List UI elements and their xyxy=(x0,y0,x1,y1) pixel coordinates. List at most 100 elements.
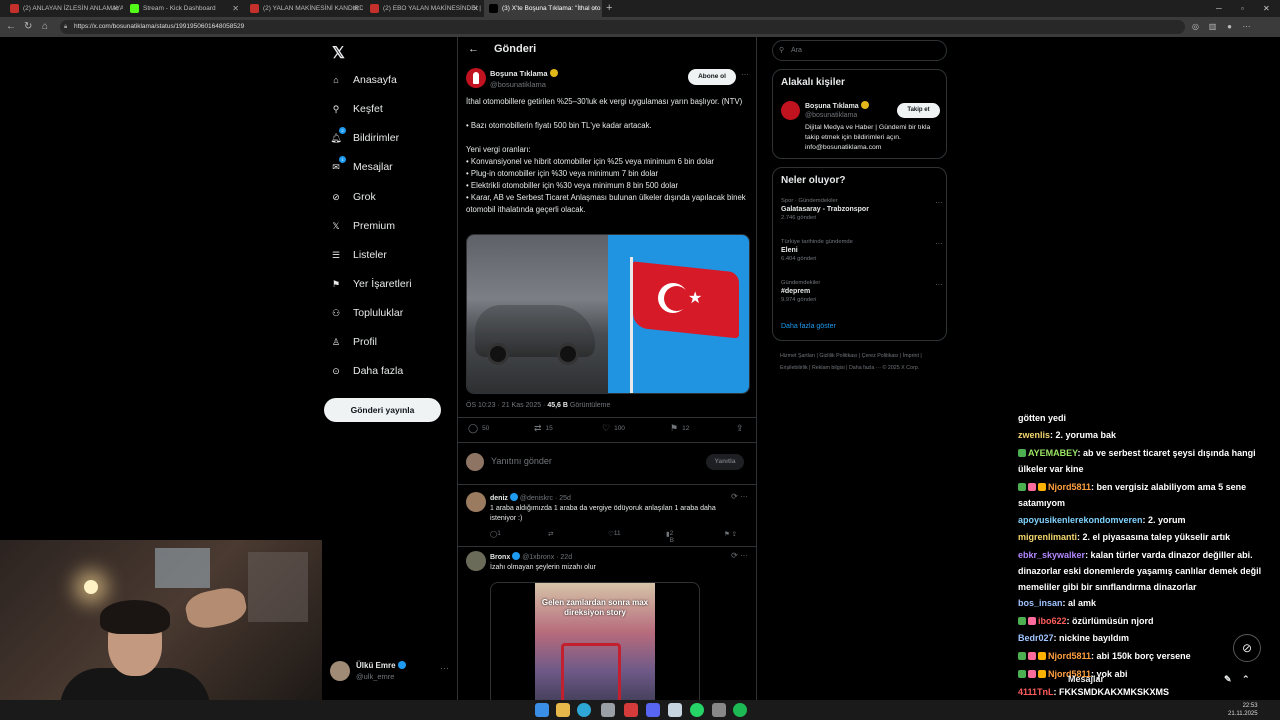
browser-tab[interactable]: (2) EBO YALAN MAKİNESİNDE! | E ✕ xyxy=(365,0,483,17)
repost-icon[interactable]: ⇄ xyxy=(548,530,553,538)
author-avatar[interactable] xyxy=(466,68,486,88)
chat-username[interactable]: bos_insan xyxy=(1018,598,1063,608)
chat-username[interactable]: Njord5811 xyxy=(1048,651,1091,661)
app-icon[interactable] xyxy=(712,703,726,717)
sidebar-icon[interactable]: ▥ xyxy=(1207,21,1218,32)
reply-action[interactable]: ◯ 50 xyxy=(468,423,489,434)
nav-item-mesajlar[interactable]: ✉ 1 Mesajlar xyxy=(328,155,453,179)
comment-video[interactable]: Gelen zamlardan sonra max direksiyon sto… xyxy=(490,582,700,700)
comment[interactable]: Bronx @1xbronx · 22d ⟳ ··· İzahı olmayan… xyxy=(458,551,756,700)
close-tab-icon[interactable]: ✕ xyxy=(472,0,479,17)
reply-icon[interactable]: ◯ 1 xyxy=(490,530,501,538)
chat-username[interactable]: AYEMABEY xyxy=(1028,448,1078,458)
nav-item-bildirimler[interactable]: 🔔︎ 2 Bildirimler xyxy=(328,126,453,150)
trend-item[interactable]: Türkiye tarihinde gündemde Eleni 6.404 gön… xyxy=(781,239,943,262)
url-field[interactable]: 🔒︎ https://x.com/bosunatiklama/status/19… xyxy=(60,20,1185,34)
nav-item-keşfet[interactable]: ⚲ Keşfet xyxy=(328,97,453,121)
close-tab-icon[interactable]: ✕ xyxy=(352,0,359,17)
steam-icon[interactable] xyxy=(668,703,682,717)
nav-item-daha-fazla[interactable]: ⊙ Daha fazla xyxy=(328,359,453,383)
messages-drawer[interactable]: Mesajlar ✎ ⌃ xyxy=(1064,672,1270,690)
reload-icon[interactable]: ↻ xyxy=(24,20,32,34)
chat-username[interactable]: ebkr_skywalker xyxy=(1018,550,1085,560)
nav-item-premium[interactable]: 𝕏 Premium xyxy=(328,214,453,238)
search-input[interactable]: ⚲ Ara xyxy=(772,40,947,61)
file-explorer-icon[interactable] xyxy=(556,703,570,717)
reply-input[interactable]: Yanıtını gönder xyxy=(491,456,552,466)
show-more-link[interactable]: Daha fazla göster xyxy=(781,323,836,330)
new-tab-button[interactable]: + xyxy=(606,0,612,17)
post-button[interactable]: Gönderi yayınla xyxy=(324,398,441,422)
bookmark-icon[interactable]: ⚑ ⇪ xyxy=(724,530,737,538)
nav-item-grok[interactable]: ⊘ Grok xyxy=(328,185,453,209)
compose-icon[interactable]: ✎ xyxy=(1224,674,1232,685)
author-name[interactable]: Boşuna Tıklama xyxy=(490,69,558,78)
footer-links[interactable]: Hizmet Şartları | Gizlilik Politikası | … xyxy=(780,350,945,374)
close-tab-icon[interactable]: ✕ xyxy=(112,0,119,17)
follow-button[interactable]: Takip et xyxy=(897,103,940,118)
heart-icon[interactable]: ♡ 11 xyxy=(608,530,621,538)
chat-username[interactable]: zwenlis xyxy=(1018,430,1050,440)
app-icon[interactable] xyxy=(601,703,615,717)
nav-item-listeler[interactable]: ☰ Listeler xyxy=(328,243,453,267)
comment-icons[interactable]: ⟳ ··· xyxy=(731,551,748,560)
browser-tab[interactable]: (2) YALAN MAKİNESİNİ KANDIRDI ✕ xyxy=(245,0,363,17)
more-icon[interactable]: ··· xyxy=(440,663,449,673)
minimize-button[interactable]: ─ xyxy=(1216,0,1222,17)
browser-tab[interactable]: Stream - Kick Dashboard ✕ xyxy=(125,0,243,17)
browser-tab[interactable]: (2) ANLAYAN İZLESİN ANLAMAYAN ✕ xyxy=(5,0,123,17)
spotify-icon[interactable] xyxy=(733,703,747,717)
trend-item[interactable]: Gündemdekiler #deprem 9.974 gönderi ··· xyxy=(781,280,943,303)
comment-icons[interactable]: ⟳ ··· xyxy=(731,492,748,501)
more-icon[interactable]: ··· xyxy=(935,198,943,207)
like-action[interactable]: ♡ 100 xyxy=(602,423,625,434)
profile-icon[interactable]: ● xyxy=(1224,21,1235,32)
discord-icon[interactable] xyxy=(646,703,660,717)
clock[interactable]: 22:53 21.11.2025 xyxy=(1228,702,1258,718)
chat-username[interactable]: migrenlimanti xyxy=(1018,532,1077,542)
back-icon[interactable]: ← xyxy=(6,20,16,34)
extension-icon[interactable]: ◎ xyxy=(1190,21,1201,32)
share-action[interactable]: ⇪ xyxy=(736,423,748,434)
more-icon[interactable]: ··· xyxy=(935,239,943,248)
edge-icon[interactable] xyxy=(577,703,591,717)
maximize-button[interactable]: ▫ xyxy=(1241,0,1244,17)
nav-item-profil[interactable]: ♙ Profil xyxy=(328,330,453,354)
post-time[interactable]: ÖS 10:23 · 21 Kas 2025 · xyxy=(466,402,547,409)
grok-button[interactable]: ⊘ xyxy=(1233,634,1261,662)
reply-button[interactable]: Yanıtla xyxy=(706,454,744,470)
bookmark-action[interactable]: ⚑ 12 xyxy=(670,423,689,434)
browser-tab[interactable]: (3) X'te Boşuna Tıklama: "İthal oto ✕ xyxy=(484,0,602,17)
chat-username[interactable]: Bedr027 xyxy=(1018,633,1054,643)
app-icon[interactable] xyxy=(624,703,638,717)
close-tab-icon[interactable]: ✕ xyxy=(232,0,239,17)
chat-username[interactable]: apoyusikenlerekondomveren xyxy=(1018,515,1143,525)
start-icon[interactable] xyxy=(535,703,549,717)
repost-action[interactable]: ⇄ 15 xyxy=(534,423,553,434)
avatar[interactable] xyxy=(781,101,800,120)
post-image[interactable]: ★ xyxy=(466,234,750,394)
more-icon[interactable]: ··· xyxy=(741,70,749,79)
author-handle[interactable]: @bosunatiklama xyxy=(490,80,546,89)
x-logo-icon[interactable]: 𝕏 xyxy=(332,43,345,63)
home-browser-icon[interactable]: ⌂ xyxy=(42,20,48,34)
nav-item-topluluklar[interactable]: ⚇ Topluluklar xyxy=(328,301,453,325)
nav-item-anasayfa[interactable]: ⌂ Anasayfa xyxy=(328,68,453,92)
chat-username[interactable]: Njord5811 xyxy=(1048,482,1091,492)
whatsapp-icon[interactable] xyxy=(690,703,704,717)
chat-username[interactable]: ibo622 xyxy=(1038,616,1067,626)
more-icon[interactable]: ··· xyxy=(935,280,943,289)
settings-icon[interactable]: ⋯ xyxy=(1241,21,1252,32)
comment[interactable]: deniz @deniskrc · 25d ⟳ ··· 1 araba aldı… xyxy=(458,492,756,544)
trend-item[interactable]: Spor · Gündemdekiler Galatasaray - Trabzo… xyxy=(781,198,943,221)
views-icon[interactable]: ▮ 2 B xyxy=(666,530,674,544)
back-arrow-icon[interactable]: ← xyxy=(468,43,479,55)
related-name[interactable]: Boşuna Tıklama xyxy=(805,101,869,110)
expand-icon[interactable]: ⌃ xyxy=(1242,674,1250,685)
account-switcher[interactable]: Ülkü Emre @ulk_emre ··· xyxy=(330,658,455,686)
nav-item-yer-i̇şaretleri[interactable]: ⚑ Yer İşaretleri xyxy=(328,272,453,296)
chat-username[interactable]: 4111TnL xyxy=(1018,687,1054,697)
close-tab-icon[interactable]: ✕ xyxy=(591,0,598,17)
close-window-button[interactable]: ✕ xyxy=(1263,0,1270,17)
subscribe-button[interactable]: Abone ol xyxy=(688,69,736,85)
